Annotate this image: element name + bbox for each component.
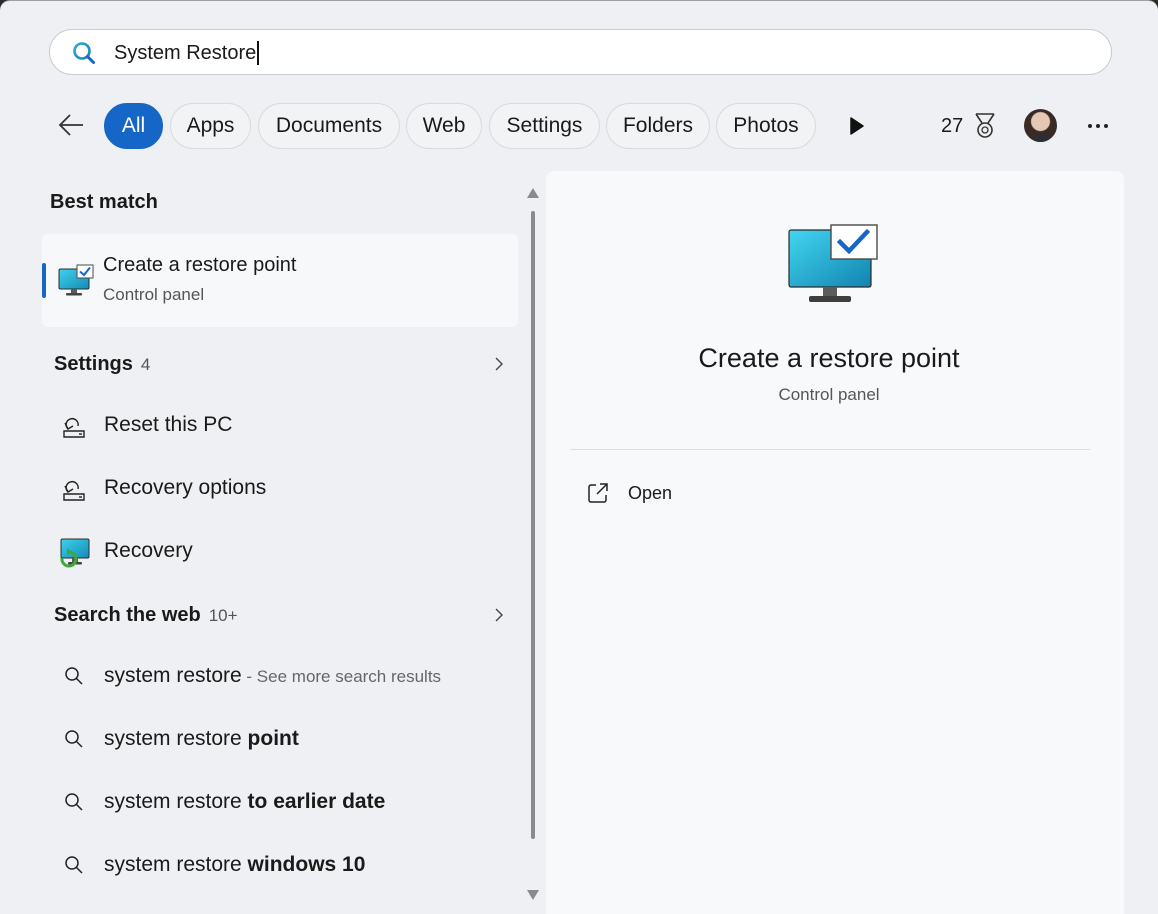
best-match-result[interactable]: Create a restore point Control panel [42, 234, 518, 327]
back-arrow-icon[interactable] [56, 109, 88, 141]
search-input-value: System Restore [114, 41, 257, 64]
web-result-label: system restore to earlier date [104, 790, 385, 814]
web-count: 10+ [208, 606, 238, 625]
web-query-bold: to earlier date [247, 790, 386, 813]
search-icon [65, 730, 83, 748]
filter-folders[interactable]: Folders [606, 103, 710, 149]
web-query-text: system restore [104, 664, 242, 687]
settings-heading-label: Settings [54, 353, 133, 375]
filter-web[interactable]: Web [406, 103, 482, 149]
filter-label: Folders [622, 114, 694, 137]
scroll-down-arrow-icon[interactable] [526, 889, 540, 901]
web-result[interactable]: system restore to earlier date [50, 777, 520, 827]
scroll-up-arrow-icon[interactable] [526, 187, 540, 199]
web-query-text: system restore [104, 853, 248, 876]
settings-result-recovery-options[interactable]: Recovery options [50, 463, 520, 513]
detail-subtitle: Control panel [778, 385, 880, 404]
more-options-icon[interactable] [1083, 111, 1113, 141]
chevron-right-icon[interactable] [490, 606, 508, 624]
settings-count: 4 [140, 355, 151, 374]
text-caret [257, 41, 260, 65]
filter-label: Documents [275, 114, 383, 137]
result-label: Reset this PC [104, 413, 233, 436]
search-icon [65, 667, 83, 685]
web-result[interactable]: system restore - See more search results [50, 651, 520, 701]
user-avatar[interactable] [1024, 109, 1057, 142]
web-heading-label: Search the web [54, 604, 201, 626]
result-label: Recovery options [104, 476, 267, 499]
web-query-text: system restore [104, 727, 248, 750]
best-match-title: Create a restore point [103, 254, 297, 276]
filter-apps[interactable]: Apps [170, 103, 251, 149]
filter-photos[interactable]: Photos [716, 103, 816, 149]
search-input[interactable]: System Restore [114, 41, 260, 65]
open-action-label: Open [628, 483, 673, 503]
web-result-label: system restore windows 10 [104, 853, 365, 877]
search-box[interactable]: System Restore [49, 29, 1112, 75]
web-result[interactable]: system restore windows 10 [50, 840, 520, 890]
web-section-heading[interactable]: Search the web 10+ [54, 604, 238, 627]
scrollbar-thumb[interactable] [531, 211, 535, 839]
best-match-heading: Best match [50, 191, 158, 213]
filter-label: Apps [186, 114, 235, 137]
filter-label: Photos [733, 114, 799, 137]
result-label: Recovery [104, 539, 193, 562]
web-query-bold: point [247, 727, 299, 750]
web-result-label: system restore point [104, 727, 299, 751]
filter-documents[interactable]: Documents [258, 103, 400, 149]
chevron-right-icon[interactable] [490, 355, 508, 373]
selection-indicator [42, 263, 46, 298]
filter-settings[interactable]: Settings [489, 103, 600, 149]
settings-section-heading[interactable]: Settings 4 [54, 353, 150, 376]
search-icon [65, 856, 83, 874]
detail-pane: Create a restore point Control panel Ope… [546, 171, 1124, 914]
restore-point-monitor-icon [58, 264, 94, 296]
rewards-points: 27 [941, 114, 964, 137]
open-action[interactable]: Open [576, 473, 776, 513]
web-result-label: system restore - See more search results [104, 664, 441, 688]
web-result[interactable]: system restore point [50, 714, 520, 764]
filter-label: Web [422, 114, 466, 137]
web-query-hint: - See more search results [241, 667, 442, 686]
settings-result-recovery[interactable]: Recovery [50, 526, 520, 576]
web-query-bold: windows 10 [247, 853, 366, 876]
search-icon [73, 42, 95, 64]
restore-point-monitor-icon [788, 224, 878, 302]
rewards-medal-icon[interactable] [972, 112, 998, 140]
open-external-icon [588, 483, 608, 503]
more-filters-play-icon[interactable] [843, 113, 869, 139]
search-window: System Restore All Apps Documents Web Se… [0, 0, 1158, 914]
settings-result-reset-pc[interactable]: Reset this PC [50, 400, 520, 450]
web-query-text: system restore [104, 790, 248, 813]
divider [570, 449, 1090, 450]
filter-all[interactable]: All [104, 103, 163, 149]
detail-title: Create a restore point [698, 343, 960, 373]
search-icon [65, 793, 83, 811]
filter-label: All [121, 114, 146, 137]
recovery-monitor-icon [60, 538, 90, 568]
reset-pc-icon [63, 481, 85, 501]
filter-label: Settings [506, 114, 583, 137]
reset-pc-icon [63, 418, 85, 438]
best-match-subtitle: Control panel [103, 285, 205, 304]
